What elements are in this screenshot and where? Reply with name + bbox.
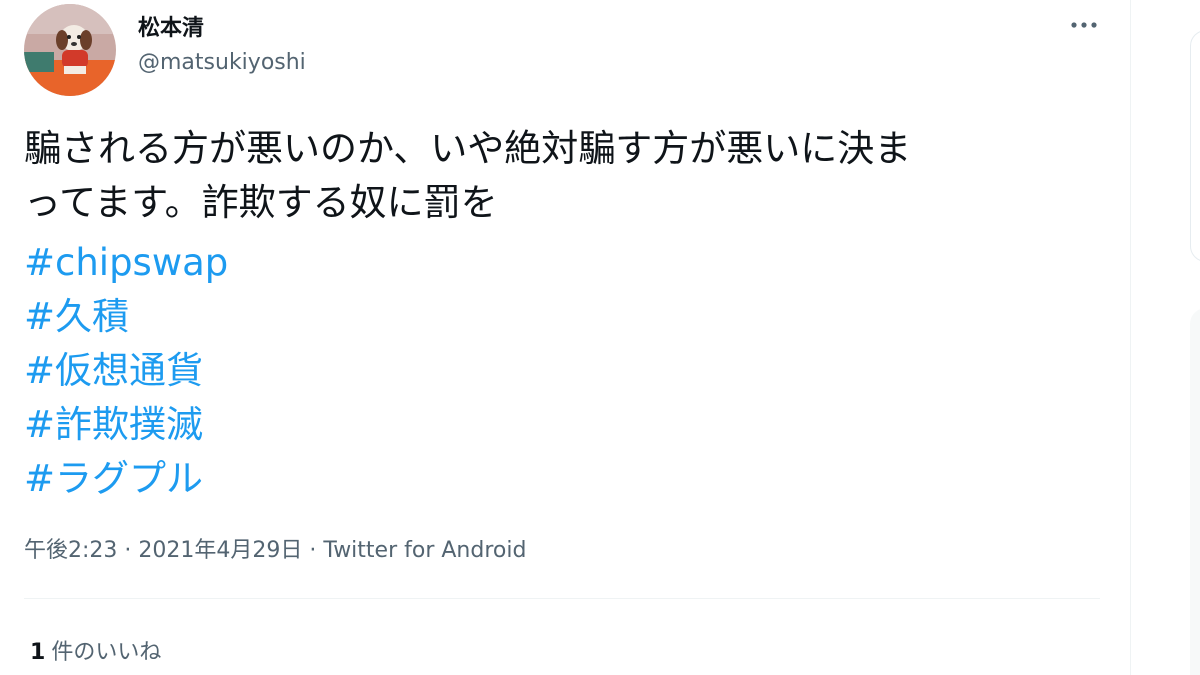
tweet-date[interactable]: 2021年4月29日	[138, 538, 302, 563]
avatar-image	[24, 4, 116, 96]
tweet-text-line: 騙される方が悪いのか、いや絶対騙す方が悪いに決ま	[24, 127, 912, 170]
avatar[interactable]	[24, 4, 116, 96]
hashtag-list: #chipswap #久積 #仮想通貨 #詐欺撲滅 #ラグプル	[24, 236, 228, 506]
likes-label: 件のいいね	[51, 640, 162, 665]
tweet-detail: 松本清 @matsukiyoshi 騙される方が悪いのか、いや絶対騙す方が悪いに…	[0, 0, 1130, 675]
hashtag-link[interactable]: #詐欺撲滅	[24, 398, 228, 452]
meta-separator: ·	[309, 538, 317, 563]
tweet-meta: 午後2:23 · 2021年4月29日 · Twitter for Androi…	[24, 532, 526, 564]
tweet-source[interactable]: Twitter for Android	[323, 538, 526, 563]
sidebar-card	[1190, 308, 1200, 675]
sidebar-card	[1190, 30, 1200, 262]
page: 松本清 @matsukiyoshi 騙される方が悪いのか、いや絶対騙す方が悪いに…	[0, 0, 1200, 675]
author-display-name[interactable]: 松本清	[138, 10, 204, 42]
likes-count: 1	[30, 640, 46, 665]
hashtag-link[interactable]: #ラグプル	[24, 452, 228, 506]
likes-count-link[interactable]: 1 件のいいね	[30, 634, 161, 666]
tweet-time[interactable]: 午後2:23	[24, 538, 117, 563]
more-horizontal-icon	[1071, 22, 1097, 28]
more-options-button[interactable]	[1064, 10, 1104, 40]
meta-separator: ·	[124, 538, 132, 563]
tweet-text-line: ってます。詐欺する奴に罰を	[24, 181, 498, 224]
divider	[24, 598, 1100, 599]
hashtag-link[interactable]: #仮想通貨	[24, 344, 228, 398]
hashtag-link[interactable]: #chipswap	[24, 236, 228, 290]
tweet-text: 騙される方が悪いのか、いや絶対騙す方が悪いに決ま ってます。詐欺する奴に罰を	[24, 122, 1104, 230]
hashtag-link[interactable]: #久積	[24, 290, 228, 344]
author-handle[interactable]: @matsukiyoshi	[138, 50, 306, 75]
